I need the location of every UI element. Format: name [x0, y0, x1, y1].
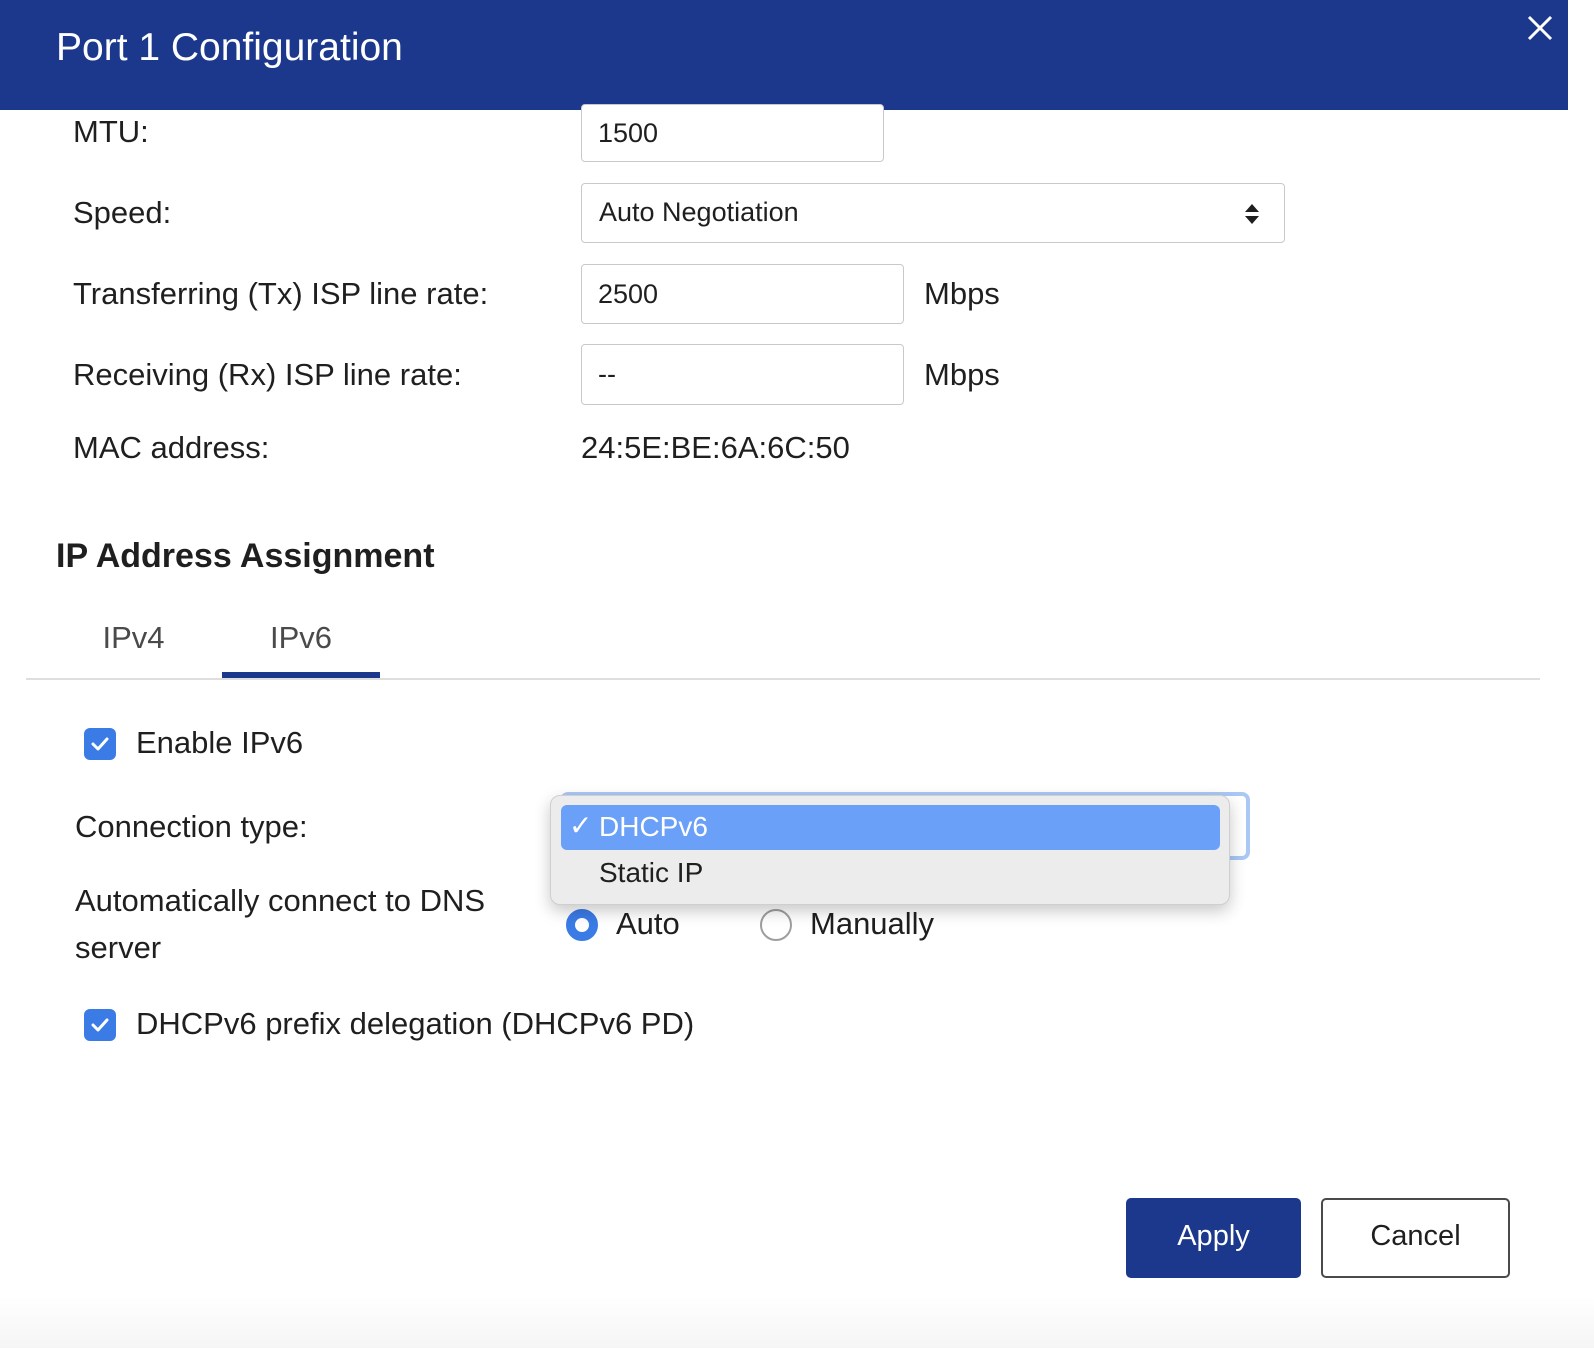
check-icon: ✓ — [569, 810, 593, 841]
checkmark-icon — [91, 737, 109, 751]
dialog-header: Port 1 Configuration — [0, 0, 1568, 110]
speed-select[interactable]: Auto Negotiation — [581, 183, 1285, 243]
tab-ipv4[interactable]: IPv4 — [56, 600, 211, 678]
mtu-input[interactable] — [581, 104, 884, 162]
tab-ipv6-label: IPv6 — [269, 620, 333, 655]
speed-select-value: Auto Negotiation — [599, 197, 799, 227]
ip-assignment-title: IP Address Assignment — [56, 537, 435, 575]
dns-manually-radio[interactable] — [760, 909, 792, 941]
tab-ipv6[interactable]: IPv6 — [222, 600, 380, 678]
dropdown-option-dhcpv6[interactable]: ✓ DHCPv6 — [561, 805, 1220, 850]
rx-rate-input[interactable] — [581, 344, 904, 405]
rx-rate-label: Receiving (Rx) ISP line rate: — [73, 357, 462, 392]
mtu-label: MTU: — [73, 114, 149, 149]
enable-ipv6-label: Enable IPv6 — [136, 725, 304, 760]
connection-type-dropdown: ✓ DHCPv6 Static IP — [550, 795, 1230, 905]
dns-label-line1: Automatically connect to DNS — [75, 883, 486, 918]
dns-label-line2: server — [75, 930, 162, 965]
cancel-button-label: Cancel — [1370, 1220, 1461, 1252]
cancel-button[interactable]: Cancel — [1321, 1198, 1510, 1278]
dns-auto-label: Auto — [616, 906, 680, 941]
dialog-title: Port 1 Configuration — [56, 26, 403, 69]
up-down-arrows-icon — [1245, 204, 1259, 224]
dropdown-option-label: DHCPv6 — [599, 811, 708, 842]
prefix-delegation-checkbox[interactable] — [84, 1009, 116, 1041]
apply-button-label: Apply — [1177, 1220, 1250, 1252]
mac-address-value: 24:5E:BE:6A:6C:50 — [581, 430, 850, 465]
checkmark-icon — [91, 1018, 109, 1032]
connection-type-label: Connection type: — [75, 809, 308, 844]
speed-label: Speed: — [73, 195, 172, 230]
tx-rate-label: Transferring (Tx) ISP line rate: — [73, 276, 489, 311]
prefix-delegation-label: DHCPv6 prefix delegation (DHCPv6 PD) — [136, 1006, 695, 1041]
enable-ipv6-checkbox[interactable] — [84, 728, 116, 760]
tab-divider — [26, 678, 1540, 680]
tab-ipv4-label: IPv4 — [102, 620, 165, 655]
close-button[interactable] — [1520, 8, 1560, 48]
rx-rate-unit: Mbps — [924, 357, 1000, 392]
dns-manually-label: Manually — [810, 906, 935, 941]
dialog-bottom-edge — [0, 1296, 1594, 1348]
tx-rate-input[interactable] — [581, 264, 904, 324]
dns-auto-radio[interactable] — [566, 909, 598, 941]
close-icon — [1527, 15, 1553, 41]
mac-address-label: MAC address: — [73, 430, 270, 465]
page-margin — [1568, 0, 1594, 1348]
dropdown-option-label: Static IP — [599, 857, 704, 888]
apply-button[interactable]: Apply — [1126, 1198, 1301, 1278]
dropdown-option-static-ip[interactable]: Static IP — [561, 851, 1220, 896]
port-config-dialog: Port 1 Configuration MTU: Speed: Auto Ne… — [0, 0, 1568, 1348]
tx-rate-unit: Mbps — [924, 276, 1000, 311]
